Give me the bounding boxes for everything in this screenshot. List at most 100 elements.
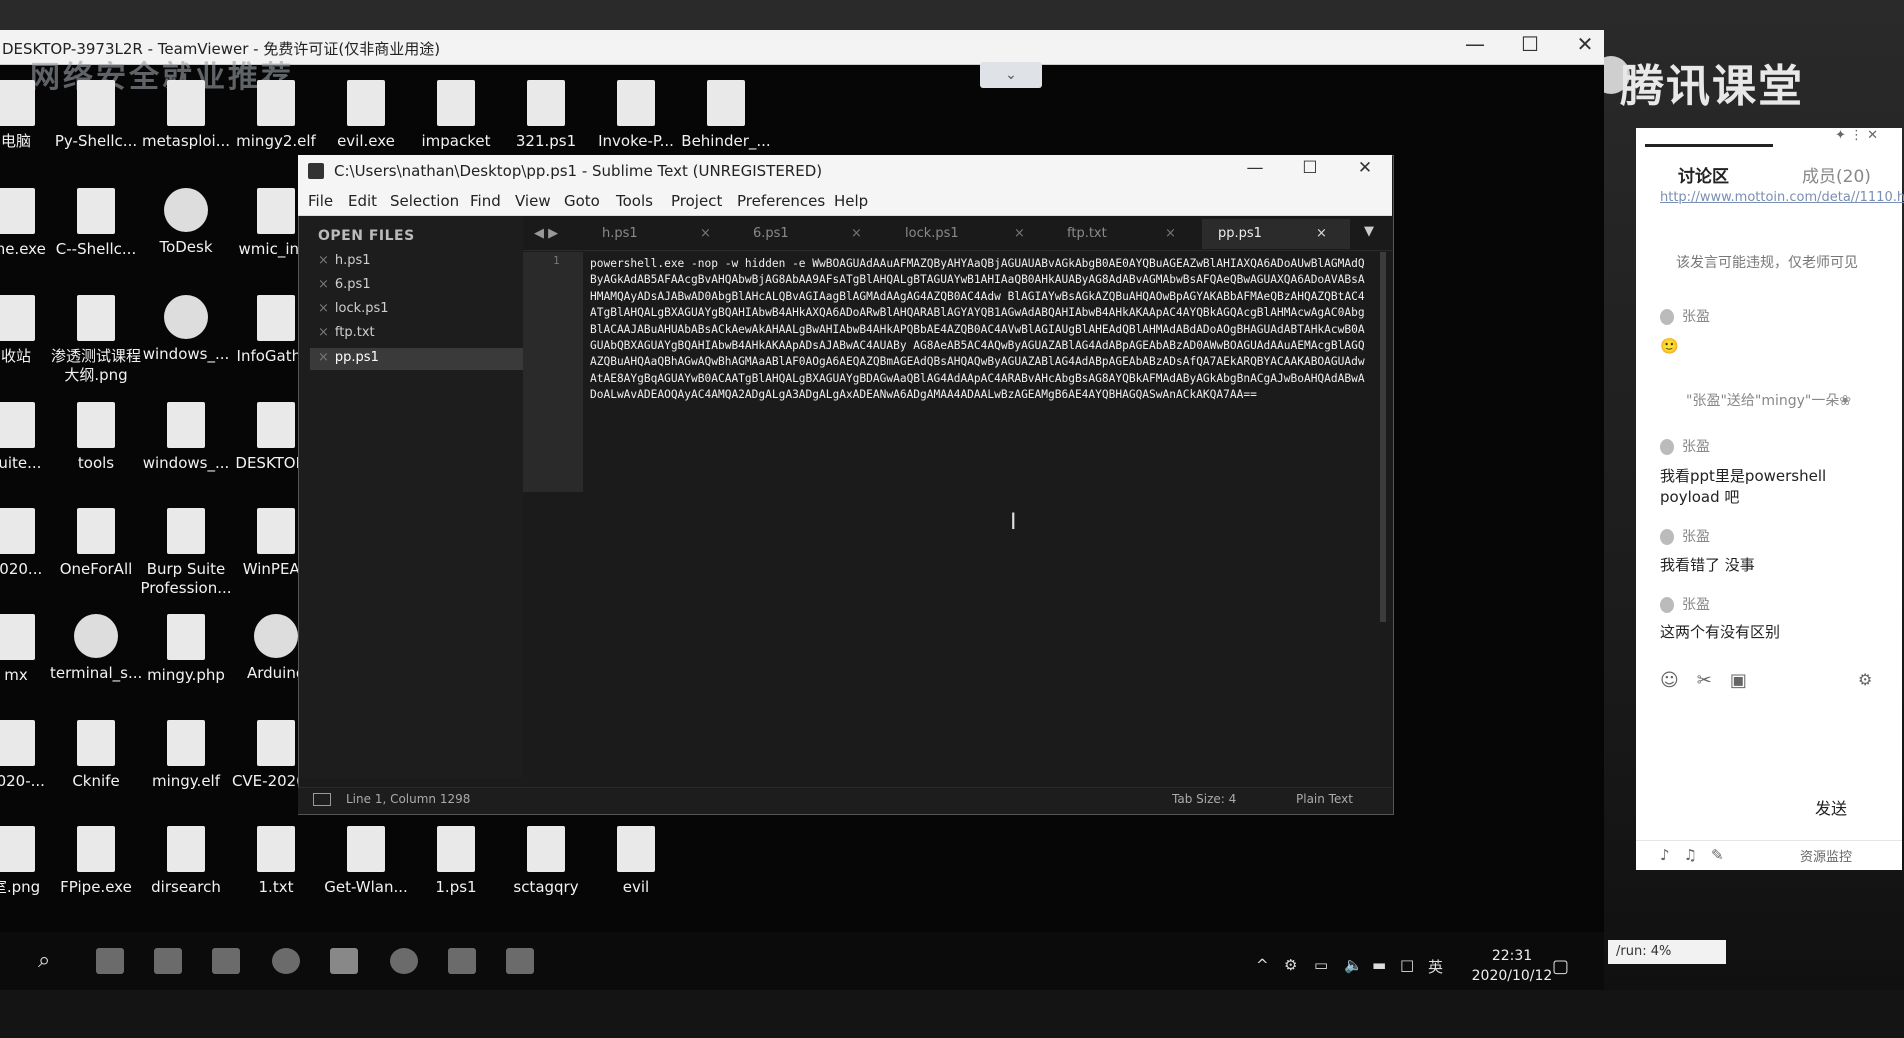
emoji-icon[interactable]: ☺ (1660, 670, 1697, 691)
notification-icon[interactable]: ▢ (1552, 956, 1569, 977)
settings-icon[interactable]: ⚙ (1858, 670, 1872, 689)
menu-selection[interactable]: Selection (390, 192, 459, 210)
desktop-icon[interactable]: Behinder_... (680, 80, 772, 151)
network-icon[interactable]: ▭ (1314, 956, 1328, 974)
teamviewer-toolbar-toggle[interactable]: ⌄ (980, 62, 1042, 88)
volume-mute-icon[interactable]: 🔈 (1344, 956, 1363, 974)
menu-project[interactable]: Project (671, 192, 722, 210)
display-icon[interactable]: □ (1400, 956, 1414, 974)
tab-scroll-left-icon[interactable]: ◀ ▶ (534, 226, 558, 241)
resource-monitor[interactable]: 资源监控 (1800, 846, 1852, 865)
sublime-taskbar-icon[interactable] (330, 948, 358, 974)
desktop-icon[interactable]: OneForAll (50, 508, 142, 579)
editor-scrollbar[interactable] (1380, 252, 1386, 622)
status-syntax[interactable]: Plain Text (1296, 792, 1353, 806)
desktop-icon[interactable]: metasploi... (140, 80, 232, 151)
sublime-maximize-button[interactable]: ☐ (1285, 158, 1335, 178)
menu-find[interactable]: Find (470, 192, 501, 210)
desktop-icon[interactable]: 1.ps1 (410, 826, 502, 897)
desktop-icon[interactable]: dirsearch (140, 826, 232, 897)
sidebar-file[interactable]: × h.ps1 (318, 253, 371, 268)
terminal-icon[interactable] (448, 948, 476, 974)
editor-code[interactable]: powershell.exe -nop -w hidden -e WwBOAGU… (590, 256, 1370, 404)
tab-6-ps1[interactable]: 6.ps1 (753, 226, 789, 241)
desktop-icon[interactable]: windows_... (140, 295, 232, 364)
close-icon[interactable]: × (318, 253, 329, 268)
tab-close-icon[interactable]: × (1165, 226, 1176, 241)
close-icon[interactable]: × (318, 325, 329, 340)
menu-goto[interactable]: Goto (564, 192, 600, 210)
desktop-icon[interactable]: 1.txt (230, 826, 322, 897)
photos-icon[interactable] (154, 948, 182, 974)
status-tab-size[interactable]: Tab Size: 4 (1172, 792, 1236, 806)
desktop-icon[interactable]: C--Shellc... (50, 188, 142, 259)
edge-icon[interactable] (272, 948, 300, 974)
search-icon[interactable]: ⌕ (38, 948, 50, 973)
tab-members[interactable]: 成员(20) (1802, 162, 1871, 187)
menu-edit[interactable]: Edit (348, 192, 377, 210)
sublime-close-button[interactable]: ✕ (1340, 158, 1390, 178)
sublime-minimize-button[interactable]: — (1230, 158, 1280, 178)
chrome-icon[interactable] (390, 948, 418, 974)
console-icon[interactable] (506, 948, 534, 974)
tab-close-icon[interactable]: × (700, 226, 711, 241)
close-icon[interactable]: × (318, 301, 329, 316)
scissors-icon[interactable]: ✂ (1697, 670, 1730, 691)
menu-view[interactable]: View (515, 192, 551, 210)
sidebar-file-active[interactable]: × pp.ps1 (318, 350, 379, 365)
tab-pp-ps1[interactable]: pp.ps1 (1218, 226, 1262, 241)
chevron-up-icon[interactable]: ^ (1256, 956, 1269, 974)
image-icon[interactable]: ▣ (1730, 670, 1765, 691)
desktop-icon[interactable]: sctagqry (500, 826, 592, 897)
tab-ftp-txt[interactable]: ftp.txt (1067, 226, 1107, 241)
desktop-icon[interactable]: evil (590, 826, 682, 897)
file-explorer-icon[interactable] (96, 948, 124, 974)
desktop-icon[interactable]: Cknife (50, 720, 142, 791)
desktop-icon[interactable]: Py-Shellc... (50, 80, 142, 151)
desktop-icon[interactable]: tools (50, 402, 142, 473)
tab-h-ps1[interactable]: h.ps1 (602, 226, 638, 241)
desktop-icon[interactable]: windows_... (140, 402, 232, 473)
ime-indicator[interactable]: 英 (1428, 956, 1443, 977)
desktop-icon[interactable]: evil.exe (320, 80, 412, 151)
desktop-icon[interactable]: mingy2.elf (230, 80, 322, 151)
tab-close-icon[interactable]: × (851, 226, 862, 241)
desktop-icon[interactable]: Get-Wlan... (320, 826, 412, 897)
close-icon[interactable]: × (318, 350, 329, 365)
tab-close-icon[interactable]: × (1316, 226, 1327, 241)
desktop-icon[interactable]: 渗透测试课程大纲.png (50, 295, 142, 385)
desktop-icon[interactable]: mingy.php (140, 614, 232, 685)
desktop-icon[interactable]: 321.ps1 (500, 80, 592, 151)
teamviewer-close-button[interactable]: ✕ (1560, 32, 1610, 56)
tab-lock-ps1[interactable]: lock.ps1 (905, 226, 959, 241)
security-icon[interactable]: ⚙ (1284, 956, 1297, 974)
desktop-icon[interactable]: Invoke-P... (590, 80, 682, 151)
tab-discussion[interactable]: 讨论区 (1678, 162, 1729, 187)
sidebar-file[interactable]: × lock.ps1 (318, 301, 389, 316)
desktop-icon[interactable]: FPipe.exe (50, 826, 142, 897)
tab-close-icon[interactable]: × (1014, 226, 1025, 241)
pin-icon[interactable]: ✦ ⋮ ✕ (1835, 128, 1878, 143)
desktop-icon[interactable]: ToDesk (140, 188, 232, 257)
battery-icon[interactable]: ▬ (1372, 956, 1386, 974)
close-icon[interactable]: × (318, 277, 329, 292)
teamviewer-minimize-button[interactable]: — (1450, 32, 1500, 56)
sidebar-file[interactable]: × ftp.txt (318, 325, 375, 340)
desktop-icon[interactable]: mingy.elf (140, 720, 232, 791)
send-button[interactable]: 发送 (1815, 795, 1847, 819)
teamviewer-maximize-button[interactable]: ☐ (1505, 32, 1555, 56)
sidebar-file[interactable]: × 6.ps1 (318, 277, 371, 292)
tab-list-dropdown-icon[interactable]: ▼ (1364, 224, 1374, 239)
menu-tools[interactable]: Tools (616, 192, 653, 210)
desktop-icon[interactable]: impacket (410, 80, 502, 151)
panel-toggle-icon[interactable] (313, 793, 331, 806)
menu-file[interactable]: File (308, 192, 333, 210)
chat-link[interactable]: http://www.mottoin.com/deta//1110.html (1660, 188, 1904, 208)
mic-icon[interactable]: ♪♫✎ (1660, 846, 1738, 864)
desktop-icon[interactable]: Burp Suite Profession... (140, 508, 232, 598)
menu-help[interactable]: Help (834, 192, 868, 210)
menu-preferences[interactable]: Preferences (737, 192, 825, 210)
desktop-icon[interactable]: terminal_s... (50, 614, 142, 683)
task-view-icon[interactable] (212, 948, 240, 974)
taskbar-clock[interactable]: 22:31 2020/10/12 (1462, 946, 1562, 986)
